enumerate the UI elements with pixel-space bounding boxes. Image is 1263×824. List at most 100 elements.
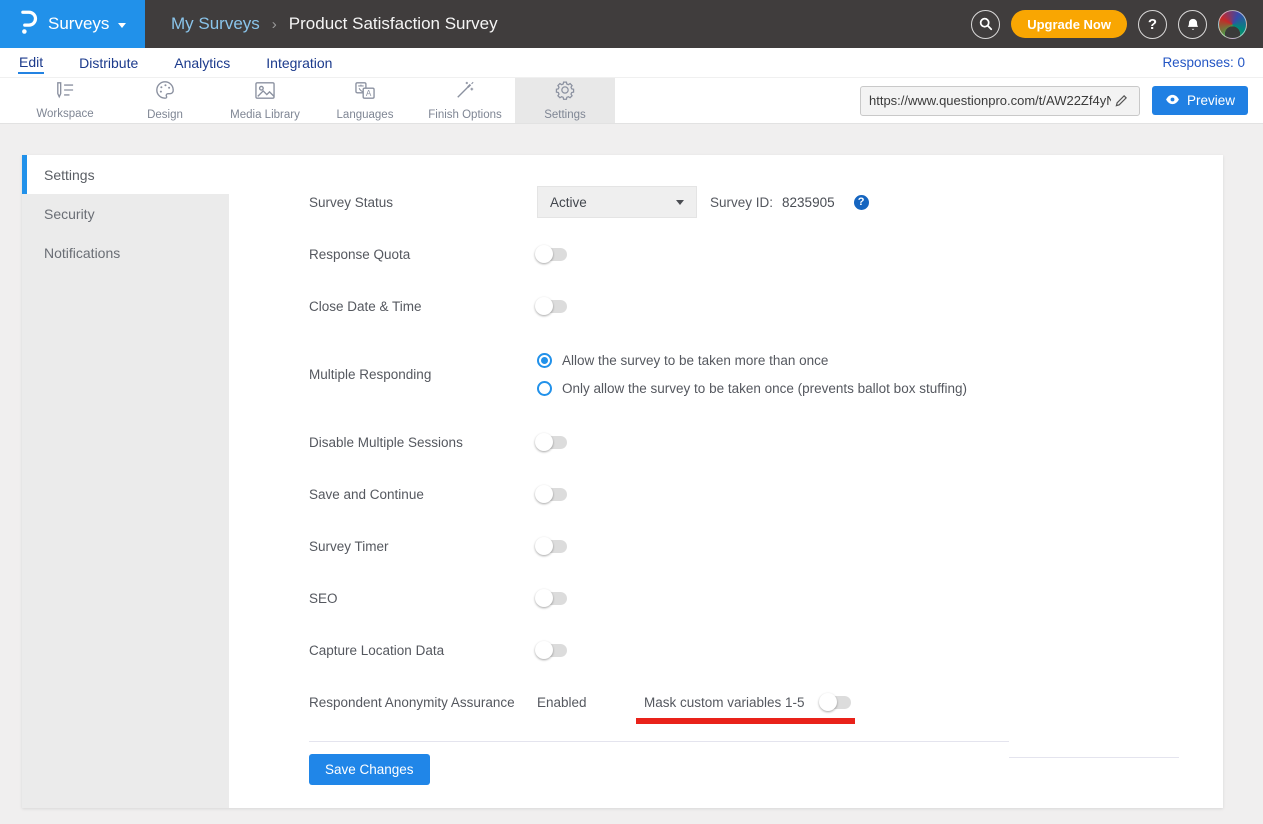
finish-options-wand-icon <box>455 80 475 105</box>
account-avatar[interactable] <box>1218 10 1247 39</box>
edit-url-pencil-icon[interactable] <box>1111 90 1133 112</box>
upgrade-now-button[interactable]: Upgrade Now <box>1011 10 1127 38</box>
responses-count[interactable]: Responses: 0 <box>1162 55 1245 70</box>
chevron-down-icon <box>676 200 684 205</box>
survey-status-select[interactable]: Active <box>537 186 697 218</box>
languages-icon: A <box>354 81 376 105</box>
sidebar-item-security[interactable]: Security <box>22 194 229 233</box>
respondent-anonymity-label: Respondent Anonymity Assurance <box>309 695 537 710</box>
close-date-time-row: Close Date & Time <box>309 280 1223 332</box>
response-quota-label: Response Quota <box>309 247 537 262</box>
media-library-icon <box>254 81 276 105</box>
design-palette-icon <box>155 80 175 105</box>
close-date-time-toggle[interactable] <box>537 300 567 313</box>
survey-status-row: Survey Status Active Survey ID: 8235905 … <box>309 176 1223 228</box>
toolbar-tab-media-library[interactable]: Media Library <box>215 78 315 123</box>
workspace-icon <box>54 81 76 104</box>
header-actions: Upgrade Now ? <box>971 0 1263 48</box>
breadcrumb-separator: › <box>272 16 277 33</box>
toolbar-tab-label: Settings <box>544 109 586 121</box>
toolbar-tab-settings[interactable]: Settings <box>515 78 615 123</box>
toolbar-tab-label: Finish Options <box>428 109 502 121</box>
survey-id-value: 8235905 <box>782 195 835 210</box>
save-and-continue-label: Save and Continue <box>309 487 537 502</box>
toolbar-tab-label: Workspace <box>36 108 93 120</box>
settings-sidebar: Settings Security Notifications <box>22 155 229 808</box>
radio-option-multiple-allowed[interactable]: Allow the survey to be taken more than o… <box>537 353 967 368</box>
tab-distribute[interactable]: Distribute <box>78 52 139 73</box>
seo-row: SEO <box>309 572 1223 624</box>
toolbar-tab-workspace[interactable]: Workspace <box>15 78 115 123</box>
radio-selected-icon[interactable] <box>537 353 552 368</box>
divider <box>309 741 1009 742</box>
notifications-bell-icon[interactable] <box>1178 10 1207 39</box>
save-changes-button[interactable]: Save Changes <box>309 754 430 785</box>
preview-button[interactable]: Preview <box>1152 86 1248 115</box>
close-date-time-label: Close Date & Time <box>309 299 537 314</box>
product-switcher[interactable]: Surveys <box>0 0 145 48</box>
toolbar-tab-label: Media Library <box>230 109 300 121</box>
anonymity-status-value: Enabled <box>537 695 644 710</box>
settings-card: Settings Security Notifications Survey S… <box>22 155 1223 808</box>
tab-analytics[interactable]: Analytics <box>173 52 231 73</box>
mask-custom-variables-toggle[interactable] <box>821 696 851 709</box>
page-title: Product Satisfaction Survey <box>289 14 498 34</box>
survey-timer-row: Survey Timer <box>309 520 1223 572</box>
preview-label: Preview <box>1187 93 1235 108</box>
save-and-continue-toggle[interactable] <box>537 488 567 501</box>
toolbar-tab-label: Design <box>147 109 183 121</box>
svg-text:A: A <box>366 88 372 97</box>
toolbar-right: Preview <box>860 78 1263 123</box>
respondent-anonymity-row: Respondent Anonymity Assurance Enabled M… <box>309 676 1223 728</box>
disable-multiple-sessions-toggle[interactable] <box>537 436 567 449</box>
save-and-continue-row: Save and Continue <box>309 468 1223 520</box>
multiple-responding-row: Multiple Responding Allow the survey to … <box>309 332 1223 416</box>
survey-url-box <box>860 86 1140 116</box>
multiple-responding-options: Allow the survey to be taken more than o… <box>537 353 967 396</box>
capture-location-data-row: Capture Location Data <box>309 624 1223 676</box>
red-highlight-underline <box>636 718 855 724</box>
settings-gear-icon <box>555 80 575 105</box>
response-quota-toggle[interactable] <box>537 248 567 261</box>
app-header: Surveys My Surveys › Product Satisfactio… <box>0 0 1263 48</box>
divider-secondary <box>1009 757 1179 758</box>
response-quota-row: Response Quota <box>309 228 1223 280</box>
survey-nav: Edit Distribute Analytics Integration Re… <box>0 48 1263 78</box>
seo-label: SEO <box>309 591 537 606</box>
survey-timer-toggle[interactable] <box>537 540 567 553</box>
questionpro-logo-icon <box>20 9 39 40</box>
disable-multiple-sessions-row: Disable Multiple Sessions <box>309 416 1223 468</box>
product-name: Surveys <box>48 14 109 34</box>
sidebar-item-settings[interactable]: Settings <box>22 155 229 194</box>
survey-status-value: Active <box>550 195 587 210</box>
capture-location-data-label: Capture Location Data <box>309 643 537 658</box>
radio-option-once-only[interactable]: Only allow the survey to be taken once (… <box>537 381 967 396</box>
survey-id-help-icon[interactable]: ? <box>854 195 869 210</box>
tab-integration[interactable]: Integration <box>265 52 333 73</box>
survey-status-label: Survey Status <box>309 195 537 210</box>
toolbar-tab-languages[interactable]: A Languages <box>315 78 415 123</box>
toolbar-tab-label: Languages <box>337 109 394 121</box>
sidebar-item-notifications[interactable]: Notifications <box>22 233 229 272</box>
breadcrumb-my-surveys[interactable]: My Surveys <box>171 14 260 34</box>
radio-unselected-icon[interactable] <box>537 381 552 396</box>
eye-icon <box>1165 93 1180 108</box>
survey-timer-label: Survey Timer <box>309 539 537 554</box>
seo-toggle[interactable] <box>537 592 567 605</box>
survey-id-label: Survey ID: <box>710 195 773 210</box>
disable-multiple-sessions-label: Disable Multiple Sessions <box>309 435 537 450</box>
multiple-responding-label: Multiple Responding <box>309 367 537 382</box>
search-icon[interactable] <box>971 10 1000 39</box>
survey-url-input[interactable] <box>869 93 1111 108</box>
settings-content: Survey Status Active Survey ID: 8235905 … <box>229 155 1223 808</box>
toolbar-tab-finish-options[interactable]: Finish Options <box>415 78 515 123</box>
edit-toolbar: Workspace Design Media Library A Languag… <box>0 78 1263 124</box>
toolbar-tab-design[interactable]: Design <box>115 78 215 123</box>
divider-zone <box>309 728 1223 754</box>
tab-edit[interactable]: Edit <box>18 51 44 74</box>
mask-custom-variables-label: Mask custom variables 1-5 <box>644 695 821 710</box>
help-icon[interactable]: ? <box>1138 10 1167 39</box>
breadcrumb: My Surveys › Product Satisfaction Survey <box>171 0 498 48</box>
capture-location-data-toggle[interactable] <box>537 644 567 657</box>
chevron-down-icon <box>118 23 126 28</box>
